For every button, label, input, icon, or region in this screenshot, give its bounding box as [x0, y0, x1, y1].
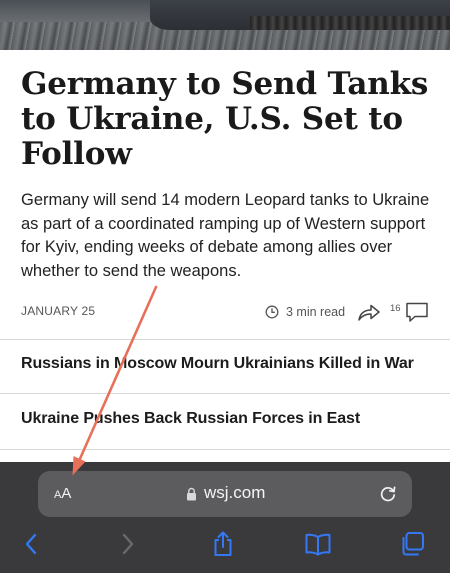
reader-text-size-button[interactable]: AA: [54, 485, 71, 503]
chevron-left-icon[interactable]: [18, 530, 46, 558]
book-icon[interactable]: [304, 530, 332, 558]
divider: [0, 449, 450, 450]
related-article-link[interactable]: Ukraine Pushes Back Russian Forces in Ea…: [21, 410, 441, 428]
tabs-icon[interactable]: [398, 530, 426, 558]
related-article-link[interactable]: Russians in Moscow Mourn Ukrainians Kill…: [21, 355, 441, 373]
share-arrow-icon[interactable]: [357, 301, 381, 323]
lock-icon: [187, 487, 196, 501]
reload-icon[interactable]: [378, 484, 398, 504]
chevron-right-icon[interactable]: [113, 530, 141, 558]
comment-count: 16: [390, 303, 401, 314]
article-summary: Germany will send 14 modern Leopard tank…: [21, 191, 430, 280]
divider: [0, 393, 450, 394]
address-bar[interactable]: AA wsj.com: [38, 471, 412, 517]
comment-bubble-icon[interactable]: [405, 301, 429, 323]
divider: [0, 339, 450, 340]
hero-tank-tread: [250, 16, 450, 30]
article-date: JANUARY 25: [21, 304, 96, 318]
article-headline[interactable]: Germany to Send Tanks to Ukraine, U.S. S…: [21, 67, 431, 172]
article-meta: JANUARY 25 3 min read 16: [21, 300, 431, 324]
reader-big-a: A: [61, 485, 72, 502]
read-time: 3 min read: [286, 305, 346, 319]
clock-icon: [265, 305, 279, 319]
hero-image: [0, 0, 450, 50]
share-box-icon[interactable]: [209, 530, 237, 558]
url-domain[interactable]: wsj.com: [204, 483, 265, 503]
